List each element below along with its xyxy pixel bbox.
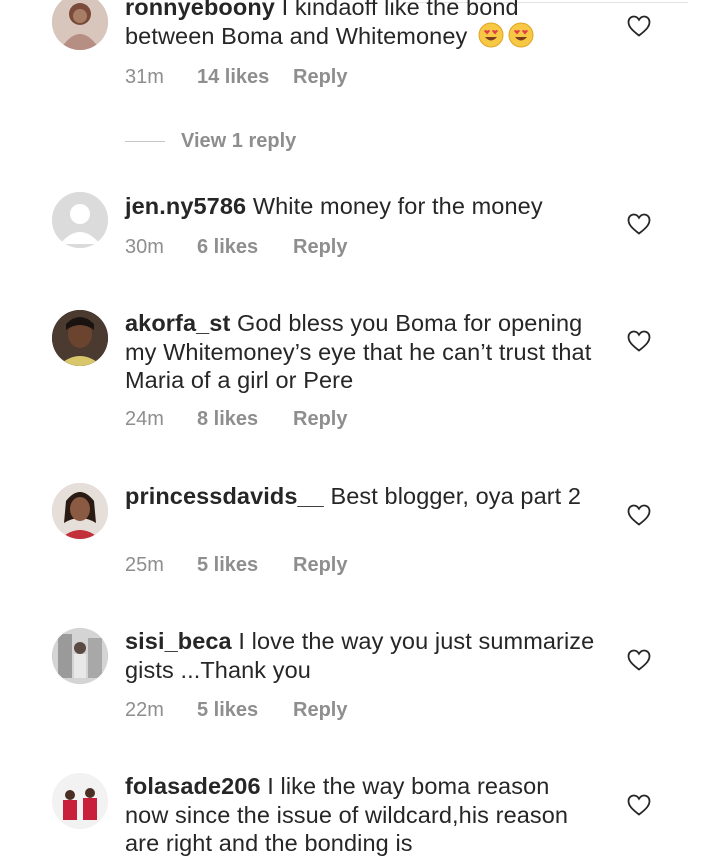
comment-text: ronnyeboony I kindaoff like the bond bet… bbox=[125, 0, 595, 50]
heart-outline-icon bbox=[627, 213, 651, 235]
comment-time: 24m bbox=[125, 408, 164, 430]
like-button[interactable] bbox=[627, 15, 651, 37]
comment-username[interactable]: folasade206 bbox=[125, 773, 261, 799]
comment-text: folasade206 I like the way boma reason n… bbox=[125, 772, 595, 858]
comment-body: White money for the money bbox=[246, 193, 543, 219]
like-button[interactable] bbox=[627, 330, 651, 352]
default-avatar-icon bbox=[52, 192, 108, 248]
likes-count[interactable]: 5 likes bbox=[197, 554, 293, 577]
user-photo-avatar-icon bbox=[52, 310, 108, 366]
comment-meta: 31m 14 likes Reply bbox=[125, 66, 347, 89]
heart-outline-icon bbox=[627, 794, 651, 816]
smiling-face-with-heart-eyes-icon bbox=[508, 22, 534, 47]
comment-body: Best blogger, oya part 2 bbox=[323, 483, 582, 509]
replies-divider bbox=[125, 140, 165, 142]
like-button[interactable] bbox=[627, 213, 651, 235]
likes-count[interactable]: 8 likes bbox=[197, 408, 293, 431]
comment-text: akorfa_st God bless you Boma for opening… bbox=[125, 309, 595, 395]
reply-button[interactable]: Reply bbox=[293, 699, 347, 722]
like-button[interactable] bbox=[627, 649, 651, 671]
comment-time: 30m bbox=[125, 236, 164, 258]
heart-outline-icon bbox=[627, 330, 651, 352]
avatar[interactable] bbox=[52, 483, 108, 539]
avatar[interactable] bbox=[52, 310, 108, 366]
avatar[interactable] bbox=[52, 628, 108, 684]
avatar[interactable] bbox=[52, 773, 108, 829]
comment-meta: 25m 5 likes Reply bbox=[125, 554, 347, 577]
view-replies-label: View 1 reply bbox=[181, 129, 297, 152]
comment-meta: 22m 5 likes Reply bbox=[125, 699, 347, 722]
comment-username[interactable]: akorfa_st bbox=[125, 310, 230, 336]
likes-count[interactable]: 14 likes bbox=[197, 66, 293, 89]
comment-username[interactable]: jen.ny5786 bbox=[125, 193, 246, 219]
avatar[interactable] bbox=[52, 192, 108, 248]
comment-text: jen.ny5786 White money for the money bbox=[125, 192, 595, 221]
avatar[interactable] bbox=[52, 0, 108, 50]
like-button[interactable] bbox=[627, 504, 651, 526]
comment-username[interactable]: princessdavids__ bbox=[125, 483, 324, 509]
reply-button[interactable]: Reply bbox=[293, 236, 347, 259]
reply-button[interactable]: Reply bbox=[293, 408, 347, 431]
heart-outline-icon bbox=[627, 504, 651, 526]
reply-button[interactable]: Reply bbox=[293, 554, 347, 577]
comment-time: 31m bbox=[125, 66, 164, 88]
likes-count[interactable]: 6 likes bbox=[197, 236, 293, 259]
likes-count[interactable]: 5 likes bbox=[197, 699, 293, 722]
like-button[interactable] bbox=[627, 794, 651, 816]
comment-username[interactable]: ronnyeboony bbox=[125, 0, 275, 20]
comment-username[interactable]: sisi_beca bbox=[125, 628, 232, 654]
view-replies-button[interactable]: View 1 reply bbox=[125, 127, 296, 155]
user-photo-avatar-icon bbox=[52, 773, 108, 829]
comment-meta: 30m 6 likes Reply bbox=[125, 236, 347, 259]
comment-time: 25m bbox=[125, 554, 164, 576]
comment-meta: 24m 8 likes Reply bbox=[125, 408, 347, 431]
heart-outline-icon bbox=[627, 15, 651, 37]
user-photo-avatar-icon bbox=[52, 628, 108, 684]
user-photo-avatar-icon bbox=[52, 0, 108, 50]
user-photo-avatar-icon bbox=[52, 483, 108, 539]
heart-outline-icon bbox=[627, 649, 651, 671]
comment-text: princessdavids__ Best blogger, oya part … bbox=[125, 482, 595, 511]
reply-button[interactable]: Reply bbox=[293, 66, 347, 89]
comment-time: 22m bbox=[125, 699, 164, 721]
comment-text: sisi_beca I love the way you just summar… bbox=[125, 627, 595, 684]
smiling-face-with-heart-eyes-icon bbox=[478, 22, 504, 47]
